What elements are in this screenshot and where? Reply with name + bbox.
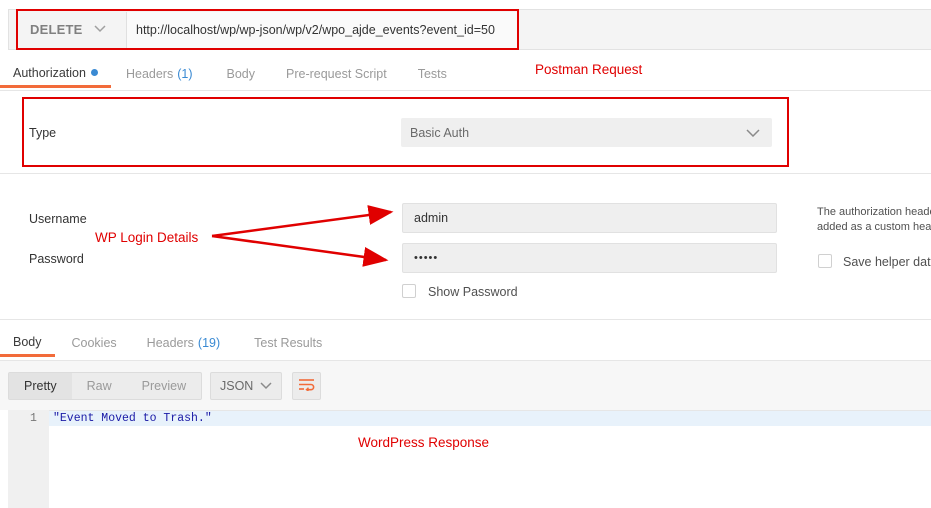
tab-count: (19) bbox=[197, 336, 221, 350]
postman-window: DELETE http://localhost/wp/wp-json/wp/v2… bbox=[0, 0, 931, 508]
chevron-down-icon bbox=[260, 379, 272, 393]
wrap-lines-button[interactable] bbox=[292, 372, 321, 400]
tab-label: Cookies bbox=[71, 336, 117, 350]
tab-label: Headers bbox=[146, 336, 194, 350]
tab-test-results[interactable]: Test Results bbox=[241, 329, 335, 357]
tab-response-headers[interactable]: Headers (19) bbox=[134, 329, 233, 357]
response-body-text: "Event Moved to Trash." bbox=[53, 412, 212, 425]
format-value: JSON bbox=[220, 379, 254, 393]
mode-raw[interactable]: Raw bbox=[72, 373, 127, 399]
mode-preview[interactable]: Preview bbox=[127, 373, 201, 399]
response-tabs: Body Cookies Headers (19) Test Results bbox=[0, 329, 931, 357]
format-select[interactable]: JSON bbox=[210, 372, 282, 400]
annotation-login-details: WP Login Details bbox=[95, 230, 199, 245]
mode-pretty[interactable]: Pretty bbox=[9, 373, 72, 399]
line-number: 1 bbox=[30, 412, 37, 425]
annotation-wordpress-response: WordPress Response bbox=[358, 435, 490, 450]
line-gutter bbox=[8, 410, 49, 508]
view-mode-toggle: Pretty Raw Preview bbox=[8, 372, 203, 400]
wrap-lines-icon bbox=[298, 378, 315, 394]
section-divider bbox=[0, 319, 931, 320]
tab-response-body[interactable]: Body bbox=[0, 329, 55, 357]
tab-cookies[interactable]: Cookies bbox=[59, 329, 130, 357]
tab-label: Test Results bbox=[254, 336, 323, 350]
tab-label: Body bbox=[13, 334, 42, 349]
